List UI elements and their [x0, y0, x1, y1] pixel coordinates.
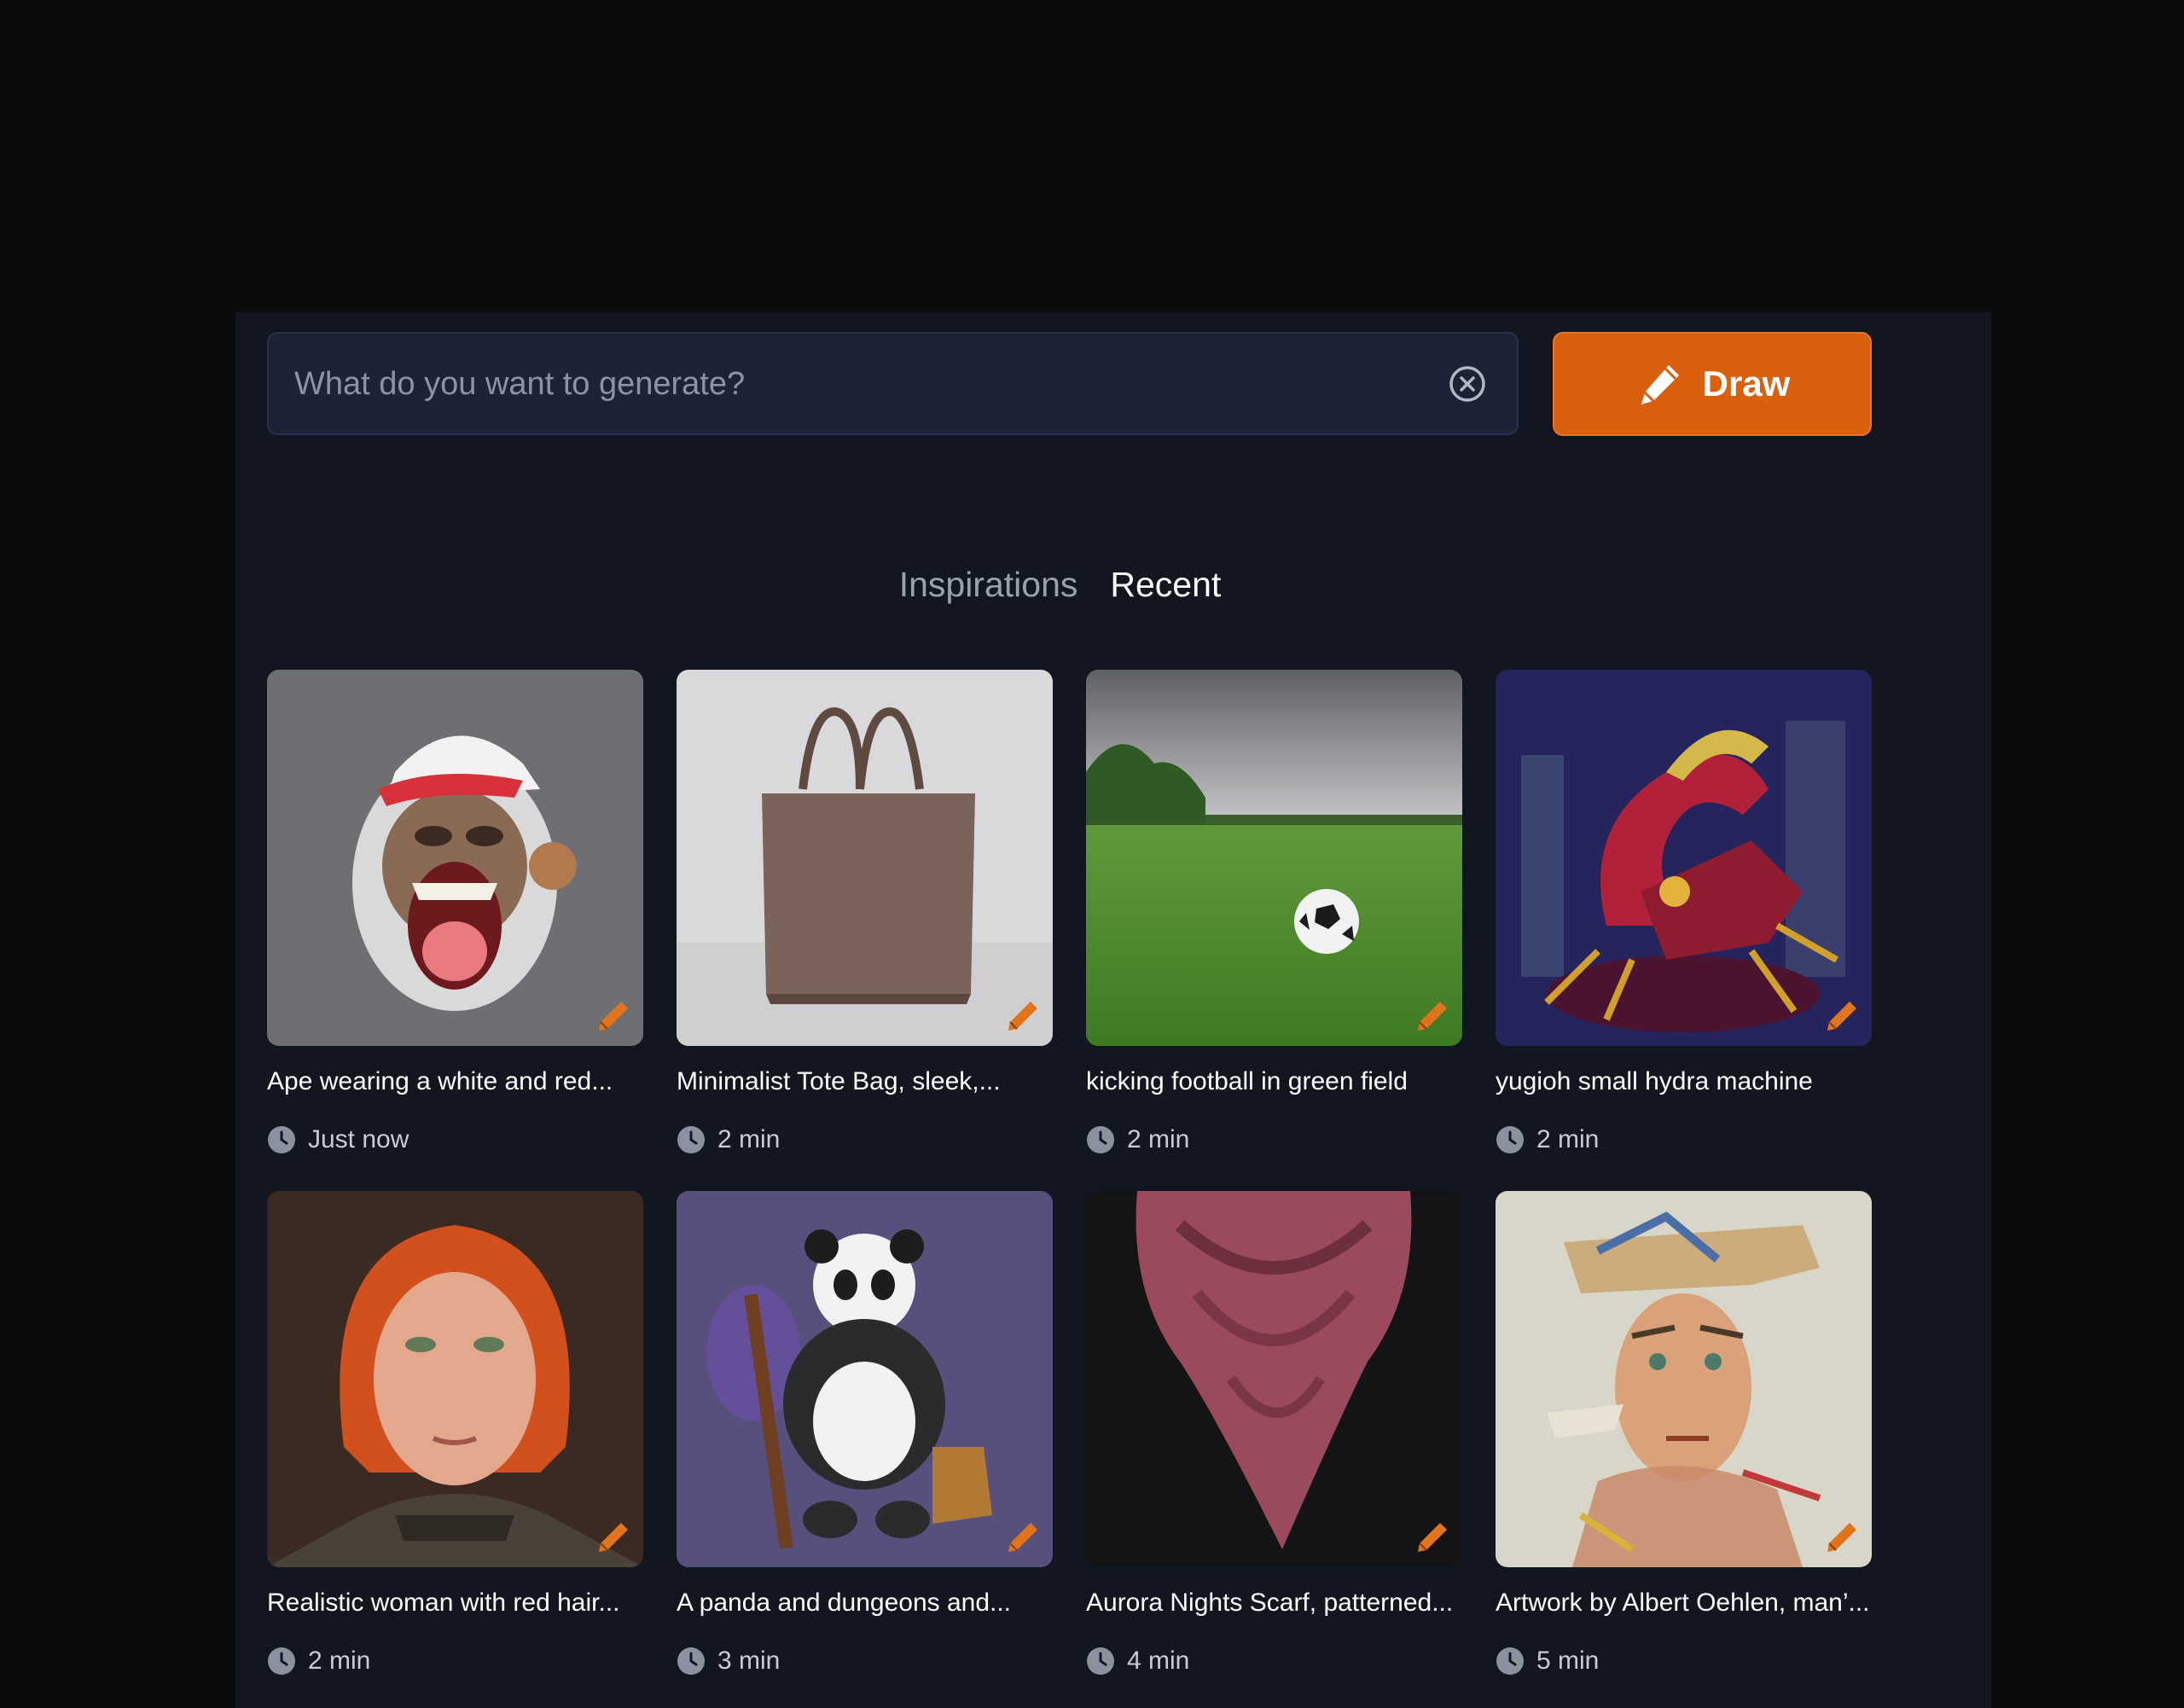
- clock-icon: [1087, 1647, 1114, 1675]
- card-time-label: 3 min: [717, 1647, 781, 1675]
- card-timestamp: 4 min: [1086, 1644, 1462, 1678]
- panda-image: [677, 1191, 1053, 1567]
- card-title: Aurora Nights Scarf, patterned...: [1086, 1589, 1454, 1617]
- card-timestamp: 2 min: [267, 1644, 643, 1678]
- image-grid: Ape wearing a white and red... Just now: [267, 670, 1872, 1678]
- clock-icon: [677, 1647, 705, 1675]
- gallery-card[interactable]: Artwork by Albert Oehlen, man’... 5 min: [1496, 1191, 1872, 1678]
- clear-search-button[interactable]: [1447, 363, 1488, 404]
- gallery-card[interactable]: Minimalist Tote Bag, sleek,... 2 min: [677, 670, 1053, 1157]
- card-timestamp: 2 min: [1086, 1123, 1462, 1157]
- card-thumbnail: [1086, 1191, 1462, 1567]
- close-circle-icon: [1449, 366, 1485, 402]
- card-timestamp: 2 min: [677, 1123, 1053, 1157]
- clock-icon: [1087, 1126, 1114, 1153]
- clock-icon: [1496, 1126, 1524, 1153]
- search-box: [267, 332, 1519, 435]
- pencil-edit-icon[interactable]: [1003, 1518, 1043, 1557]
- pencil-edit-icon[interactable]: [594, 1518, 633, 1557]
- card-time-label: 2 min: [1536, 1125, 1600, 1153]
- clock-icon: [268, 1647, 295, 1675]
- clock-icon: [677, 1126, 705, 1153]
- generator-panel: Draw Inspirations Recent: [235, 312, 1991, 1708]
- draw-button-label: Draw: [1702, 363, 1791, 404]
- card-time-label: 5 min: [1536, 1647, 1600, 1675]
- gallery-card[interactable]: kicking football in green field 2 min: [1086, 670, 1462, 1157]
- card-title: A panda and dungeons and...: [677, 1589, 1012, 1617]
- pencil-edit-icon[interactable]: [594, 996, 633, 1036]
- gallery-card[interactable]: Realistic woman with red hair... 2 min: [267, 1191, 643, 1678]
- card-title: Artwork by Albert Oehlen, man’...: [1496, 1589, 1870, 1617]
- gallery-card[interactable]: Aurora Nights Scarf, patterned... 4 min: [1086, 1191, 1462, 1678]
- pencil-edit-icon[interactable]: [1822, 1518, 1862, 1557]
- abstract-portrait-image: [1496, 1191, 1872, 1567]
- card-time-label: 2 min: [1127, 1125, 1190, 1153]
- card-thumbnail: [267, 670, 643, 1046]
- gallery-card[interactable]: A panda and dungeons and... 3 min: [677, 1191, 1053, 1678]
- clock-icon: [1496, 1647, 1524, 1675]
- gallery-card[interactable]: yugioh small hydra machine 2 min: [1496, 670, 1872, 1157]
- pencil-edit-icon[interactable]: [1413, 1518, 1452, 1557]
- card-timestamp: 5 min: [1496, 1644, 1872, 1678]
- pencil-icon: [1641, 365, 1679, 404]
- card-time-label: 2 min: [308, 1647, 371, 1675]
- woman-portrait-image: [267, 1191, 643, 1567]
- hydra-machine-image: [1496, 670, 1872, 1046]
- card-time-label: 2 min: [717, 1125, 781, 1153]
- card-title: Minimalist Tote Bag, sleek,...: [677, 1067, 1001, 1095]
- draw-button[interactable]: Draw: [1553, 332, 1872, 436]
- card-timestamp: Just now: [267, 1123, 643, 1157]
- card-time-label: Just now: [308, 1125, 410, 1153]
- search-input[interactable]: [293, 334, 1405, 435]
- pencil-edit-icon[interactable]: [1003, 996, 1043, 1036]
- card-time-label: 4 min: [1127, 1647, 1190, 1675]
- pencil-edit-icon[interactable]: [1822, 996, 1862, 1036]
- gallery-card[interactable]: Ape wearing a white and red... Just now: [267, 670, 643, 1157]
- ape-image: [267, 670, 643, 1046]
- clock-icon: [268, 1126, 295, 1153]
- card-title: kicking football in green field: [1086, 1067, 1408, 1095]
- card-title: Ape wearing a white and red...: [267, 1067, 613, 1095]
- card-thumbnail: [1496, 670, 1872, 1046]
- card-title: yugioh small hydra machine: [1496, 1067, 1813, 1095]
- tab-inspirations[interactable]: Inspirations: [899, 565, 1078, 605]
- card-thumbnail: [1496, 1191, 1872, 1567]
- scarf-image: [1086, 1191, 1462, 1567]
- card-timestamp: 2 min: [1496, 1123, 1872, 1157]
- card-thumbnail: [677, 1191, 1053, 1567]
- card-title: Realistic woman with red hair...: [267, 1589, 620, 1617]
- gallery-tabs: Inspirations Recent: [235, 565, 1991, 605]
- card-thumbnail: [677, 670, 1053, 1046]
- card-thumbnail: [1086, 670, 1462, 1046]
- tote-bag-image: [677, 670, 1053, 1046]
- tab-recent[interactable]: Recent: [1110, 565, 1221, 605]
- card-timestamp: 3 min: [677, 1644, 1053, 1678]
- football-field-image: [1086, 670, 1462, 1046]
- pencil-edit-icon[interactable]: [1413, 996, 1452, 1036]
- card-thumbnail: [267, 1191, 643, 1567]
